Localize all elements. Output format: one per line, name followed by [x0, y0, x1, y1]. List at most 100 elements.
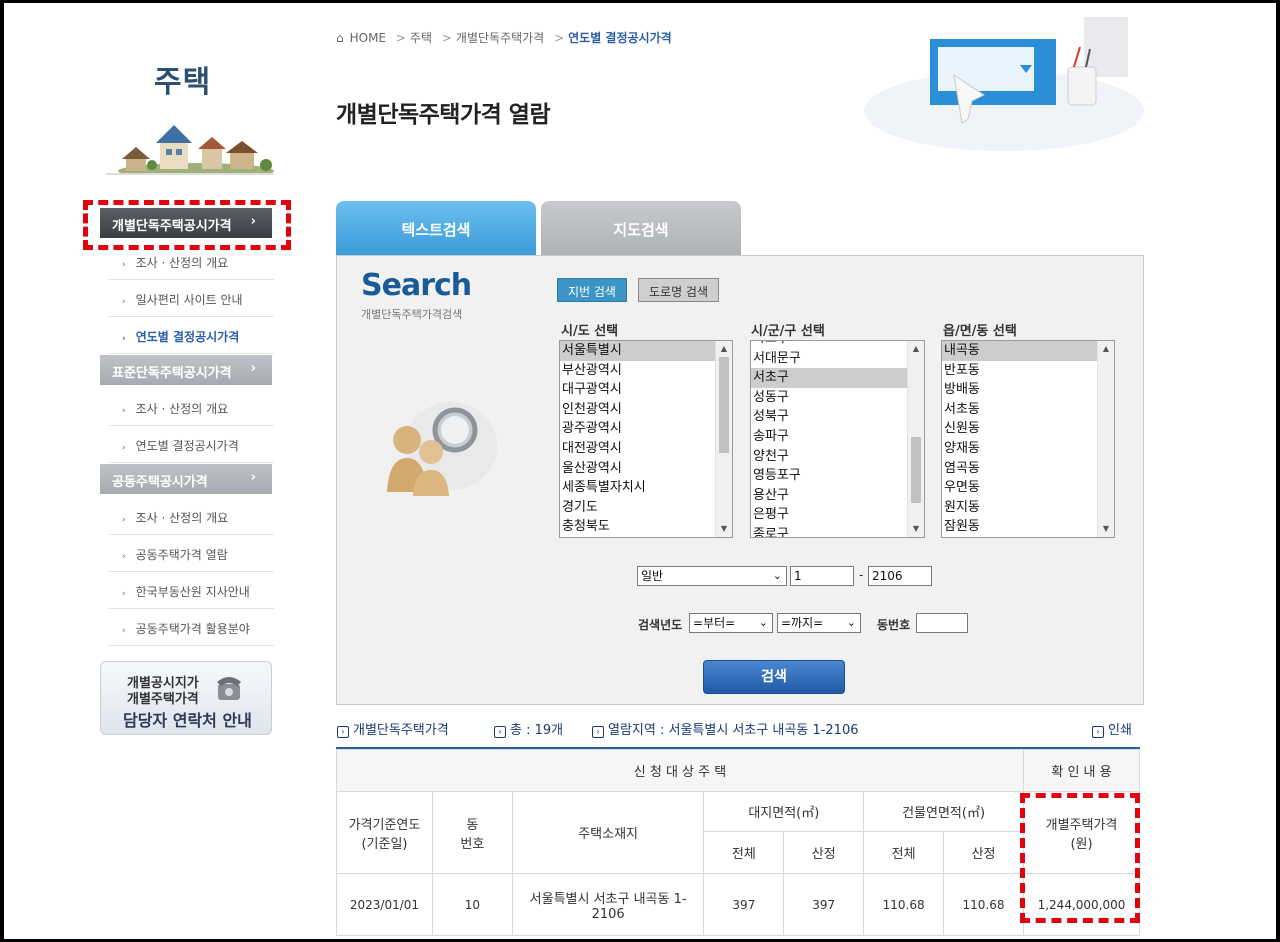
tab-text-search[interactable]: 텍스트검색 [336, 201, 536, 256]
listbox-option[interactable]: 울산광역시 [560, 459, 715, 479]
col-bldg-header: 건물연면적(㎡) [863, 791, 1024, 832]
table-group-header: 신 청 대 상 주 택 확 인 내 용 [336, 749, 1141, 792]
dong-label: 읍/면/동 선택 [943, 324, 1017, 339]
sido-listbox[interactable]: 서울특별시 부산광역시 대구광역시 인천광역시 광주광역시 대전광역시 울산광역… [559, 340, 733, 538]
listbox-option[interactable]: 마포구 [751, 341, 907, 349]
type-select-value: 일반 [641, 569, 664, 583]
chevron-right-icon: › [122, 515, 126, 525]
nav-section-standard-house[interactable]: 표준단독주택공시가격 › [100, 355, 272, 385]
nav-item-survey-overview[interactable]: › 조사 · 산정의 개요 [108, 389, 274, 426]
listbox-option[interactable]: 서울특별시 [560, 341, 715, 361]
breadcrumb-level1[interactable]: 주택 [410, 31, 432, 45]
listbox-option[interactable]: 용산구 [751, 486, 907, 506]
listbox-option[interactable]: 양재동 [942, 439, 1097, 459]
phone-icon [217, 677, 241, 700]
listbox-option[interactable]: 염곡동 [942, 459, 1097, 479]
listbox-option[interactable]: 신원동 [942, 419, 1097, 439]
scroll-thumb[interactable] [911, 437, 921, 503]
listbox-option[interactable]: 종로구 [751, 525, 907, 537]
chevron-right-icon: › [122, 297, 126, 307]
breadcrumb-level2[interactable]: 개별단독주택가격 [456, 31, 544, 45]
listbox-option[interactable]: 내곡동 [942, 341, 1097, 361]
contact-banner[interactable]: 개별공시지가 개별주택가격 담당자 연락처 안내 [100, 661, 272, 735]
sidebar: 주택 개별단독주택공시가격 › › 조사 · 산정의 개요 › 일사편리 사이트 안… [4, 3, 304, 939]
summary-title-text: 개별단독주택가격 [353, 723, 449, 738]
listbox-option[interactable]: 방배동 [942, 380, 1097, 400]
listbox-option[interactable]: 대전광역시 [560, 439, 715, 459]
listbox-option[interactable]: 송파구 [751, 427, 907, 447]
listbox-option[interactable]: 세종특별자치시 [560, 478, 715, 498]
listbox-option[interactable]: 은평구 [751, 505, 907, 525]
scrollbar[interactable]: ▲ ▼ [907, 341, 924, 537]
sido-label: 시/도 선택 [561, 324, 619, 339]
bun-input[interactable]: 1 [790, 566, 854, 586]
listbox-option[interactable]: 잠원동 [942, 517, 1097, 537]
scrollbar[interactable]: ▲ ▼ [715, 341, 732, 537]
nav-item-yearly-prices[interactable]: › 연도별 결정공시가격 [108, 317, 274, 354]
chevron-right-icon: › [122, 260, 126, 270]
listbox-option[interactable]: 경기도 [560, 498, 715, 518]
nav-item-ilsapyeonri[interactable]: › 일사편리 사이트 안내 [108, 280, 274, 317]
listbox-option[interactable]: 대구광역시 [560, 380, 715, 400]
print-link[interactable]: › 인쇄 [1092, 719, 1132, 738]
scroll-up-icon[interactable]: ▲ [1098, 341, 1114, 357]
nav-item-usage[interactable]: › 공동주택가격 활용분야 [108, 609, 274, 646]
listbox-option[interactable]: 서초동 [942, 400, 1097, 420]
nav-item-branch-info[interactable]: › 한국부동산원 지사안내 [108, 572, 274, 609]
listbox-option[interactable]: 반포동 [942, 361, 1097, 381]
road-search-button[interactable]: 도로명 검색 [638, 278, 720, 302]
listbox-option[interactable]: 원지동 [942, 498, 1097, 518]
chevron-right-icon: › [250, 470, 256, 485]
listbox-option[interactable]: 충청북도 [560, 517, 715, 537]
chevron-right-icon: › [250, 361, 256, 376]
nav-item-label: 조사 · 산정의 개요 [135, 402, 229, 416]
scrollbar[interactable]: ▲ ▼ [1097, 341, 1114, 537]
scroll-thumb[interactable] [719, 357, 729, 453]
bldg-calc-header: 산정 [943, 831, 1024, 874]
scroll-down-icon[interactable]: ▼ [908, 521, 924, 537]
dong-listbox[interactable]: 내곡동 반포동 방배동 서초동 신원동 양재동 염곡동 우면동 원지동 잠원동 … [941, 340, 1115, 538]
year-from-select[interactable]: =부터= ⌄ [689, 613, 773, 633]
nav-item-yearly-prices[interactable]: › 연도별 결정공시가격 [108, 426, 274, 463]
nav-item-survey-overview[interactable]: › 조사 · 산정의 개요 [108, 498, 274, 535]
contact-line2: 개별주택가격 [127, 692, 199, 707]
listbox-option[interactable]: 광주광역시 [560, 419, 715, 439]
chevron-down-icon: ⌄ [772, 569, 782, 582]
nav-item-apartment-view[interactable]: › 공동주택가격 열람 [108, 535, 274, 572]
breadcrumb-current: 연도별 결정공시가격 [568, 31, 672, 45]
ji-input[interactable]: 2106 [868, 566, 932, 586]
summary-area-text: 열람지역 : 서울특별시 서초구 내곡동 1-2106 [608, 723, 859, 738]
sigungu-listbox[interactable]: 마포구 서대문구 서초구 성동구 성북구 송파구 양천구 영등포구 용산구 은평… [750, 340, 925, 538]
listbox-option[interactable]: 서초구 [751, 368, 907, 388]
listbox-option[interactable]: 영등포구 [751, 466, 907, 486]
breadcrumb-separator-icon: > [554, 31, 565, 45]
listbox-option[interactable]: 서대문구 [751, 349, 907, 369]
breadcrumb-home[interactable]: HOME [350, 31, 386, 45]
cell-bldg-total: 110.68 [863, 873, 945, 936]
land-calc-header: 산정 [783, 831, 865, 874]
scroll-up-icon[interactable]: ▲ [908, 341, 924, 357]
listbox-option[interactable]: 양천구 [751, 447, 907, 467]
scroll-down-icon[interactable]: ▼ [716, 521, 732, 537]
chevron-right-icon: › [122, 626, 126, 636]
listbox-option[interactable]: 성북구 [751, 407, 907, 427]
search-submit-button[interactable]: 검색 [703, 660, 845, 694]
nav-section-label: 표준단독주택공시가격 [112, 366, 232, 381]
nav-section-label: 공동주택공시가격 [112, 475, 208, 490]
nav-item-survey-overview[interactable]: › 조사 · 산정의 개요 [108, 243, 274, 280]
search-logo-subtitle: 개별단독주택가격검색 [361, 308, 463, 321]
dong-no-input[interactable] [916, 613, 968, 633]
tab-map-search[interactable]: 지도검색 [541, 201, 741, 256]
type-select[interactable]: 일반 ⌄ [637, 566, 787, 586]
jibun-search-button[interactable]: 지번 검색 [557, 278, 627, 302]
scroll-down-icon[interactable]: ▼ [1098, 521, 1114, 537]
listbox-option[interactable]: 부산광역시 [560, 361, 715, 381]
scroll-up-icon[interactable]: ▲ [716, 341, 732, 357]
group-right-header: 확 인 내 용 [1022, 749, 1141, 792]
listbox-option[interactable]: 성동구 [751, 388, 907, 408]
listbox-option[interactable]: 우면동 [942, 478, 1097, 498]
nav-section-apartment[interactable]: 공동주택공시가격 › [100, 464, 272, 494]
listbox-option[interactable]: 인천광역시 [560, 400, 715, 420]
chevron-down-icon: ⌄ [846, 616, 856, 629]
year-to-select[interactable]: =까지= ⌄ [777, 613, 861, 633]
